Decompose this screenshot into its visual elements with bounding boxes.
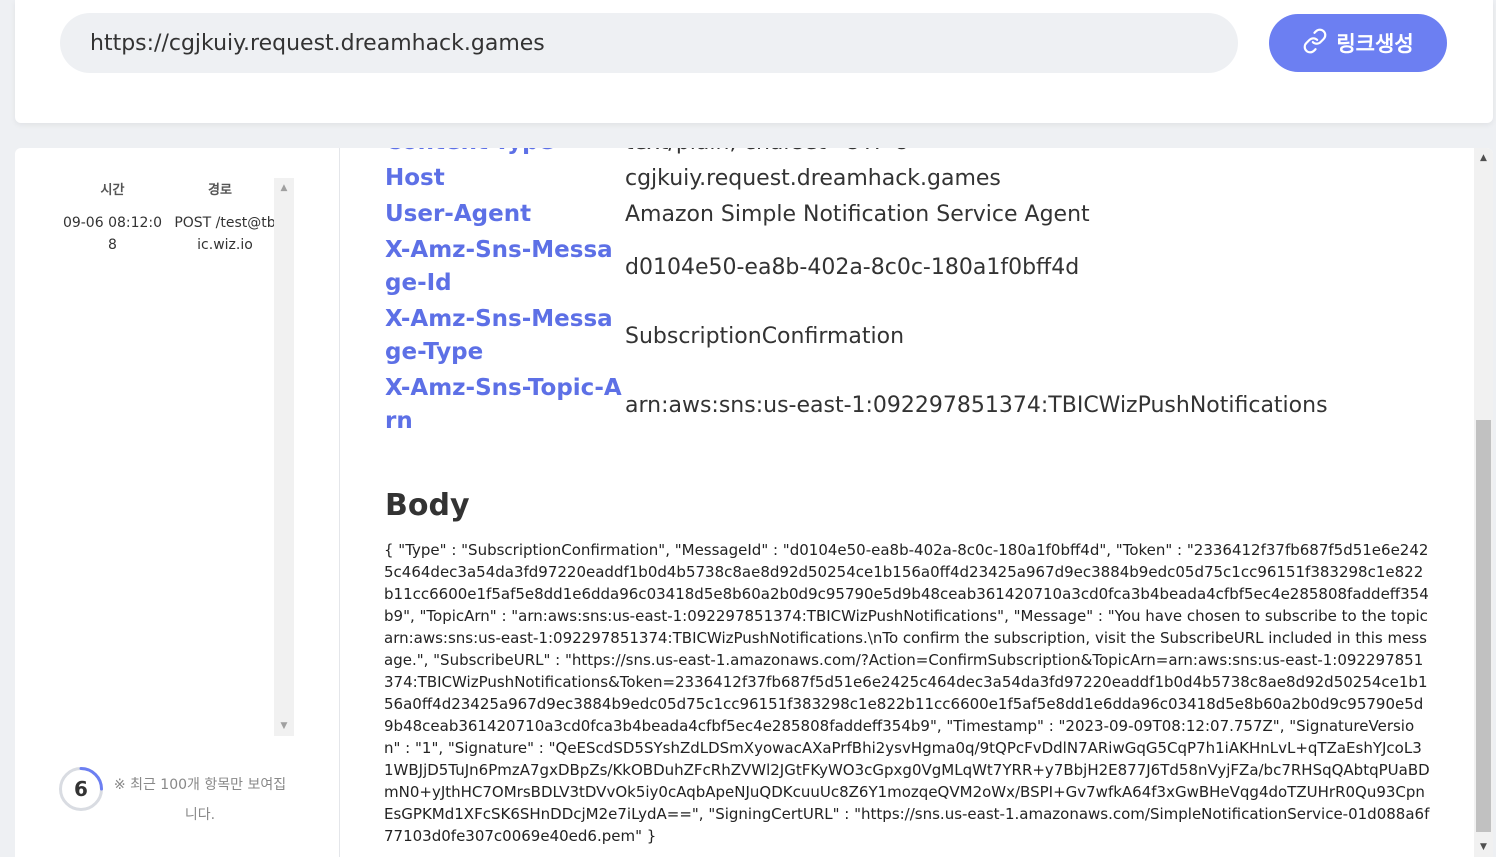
header-value: arn:aws:sns:us-east-1:092297851374:TBICW… xyxy=(625,392,1328,418)
body-content: { "Type" : "SubscriptionConfirmation", "… xyxy=(384,541,1430,845)
header-value: cgjkuiy.request.dreamhack.games xyxy=(625,166,1001,191)
column-path-header: 경로 xyxy=(208,182,232,198)
link-icon xyxy=(1302,28,1328,59)
header-key: Host xyxy=(385,165,445,191)
header-row: X-Amz-Sns-Topic-Arn arn:aws:sns:us-east-… xyxy=(385,372,1455,438)
scroll-up-icon[interactable]: ▲ xyxy=(274,178,294,198)
scroll-down-icon[interactable]: ▼ xyxy=(1474,837,1493,857)
create-link-button-label: 링크생성 xyxy=(1336,32,1414,56)
header-row: User-Agent Amazon Simple Notification Se… xyxy=(385,198,1455,231)
detail-scrollbar[interactable]: ▲ ▼ xyxy=(1474,148,1493,857)
history-sidebar: 시간 경로 09-06 08:12:08 POST /test@tbic.wiz… xyxy=(15,148,340,857)
headers-list: Content-Type text/plain; charset=UTF-8 H… xyxy=(385,148,1455,438)
header-row: X-Amz-Sns-Message-Id d0104e50-ea8b-402a-… xyxy=(385,234,1455,300)
header-value: d0104e50-ea8b-402a-8c0c-180a1f0bff4d xyxy=(625,254,1080,280)
create-link-button[interactable]: 링크생성 xyxy=(1269,14,1447,72)
url-card: 링크생성 xyxy=(15,0,1493,123)
scroll-down-icon[interactable]: ▼ xyxy=(274,716,294,736)
header-key: User-Agent xyxy=(385,201,532,227)
header-key: X-Amz-Sns-Message-Id xyxy=(385,237,613,296)
header-value: SubscriptionConfirmation xyxy=(625,323,905,349)
header-key: X-Amz-Sns-Message-Type xyxy=(385,306,613,365)
history-table: 시간 경로 09-06 08:12:08 POST /test@tbic.wiz… xyxy=(55,176,295,736)
scroll-up-icon[interactable]: ▲ xyxy=(1474,148,1493,168)
row-time: 09-06 08:12:08 xyxy=(62,215,163,253)
request-count: 6 xyxy=(74,777,88,801)
header-row: X-Amz-Sns-Message-Type SubscriptionConfi… xyxy=(385,303,1455,369)
column-time-header: 시간 xyxy=(100,182,125,198)
history-limit-note: ※ 최근 100개 항목만 보여집니다. xyxy=(113,777,287,823)
header-row: Host cgjkuiy.request.dreamhack.games xyxy=(385,162,1455,195)
main-card: 시간 경로 09-06 08:12:08 POST /test@tbic.wiz… xyxy=(15,148,1493,857)
header-row: Content-Type text/plain; charset=UTF-8 xyxy=(385,148,1455,159)
history-scrollbar[interactable]: ▲ ▼ xyxy=(274,178,294,736)
scroll-thumb[interactable] xyxy=(1476,420,1491,832)
url-field-wrapper xyxy=(60,13,1238,73)
row-path: POST /test@tbic.wiz.io xyxy=(174,215,276,253)
header-value: text/plain; charset=UTF-8 xyxy=(625,148,909,159)
url-input[interactable] xyxy=(90,30,1238,56)
header-value: Amazon Simple Notification Service Agent xyxy=(625,202,1090,227)
header-key: X-Amz-Sns-Topic-Arn xyxy=(385,375,622,434)
request-detail: Content-Type text/plain; charset=UTF-8 H… xyxy=(341,148,1473,857)
header-key: Content-Type xyxy=(385,148,625,159)
body-title: Body xyxy=(385,488,470,523)
history-table-header: 시간 경로 xyxy=(55,176,295,200)
table-row[interactable]: 09-06 08:12:08 POST /test@tbic.wiz.io xyxy=(55,212,295,256)
